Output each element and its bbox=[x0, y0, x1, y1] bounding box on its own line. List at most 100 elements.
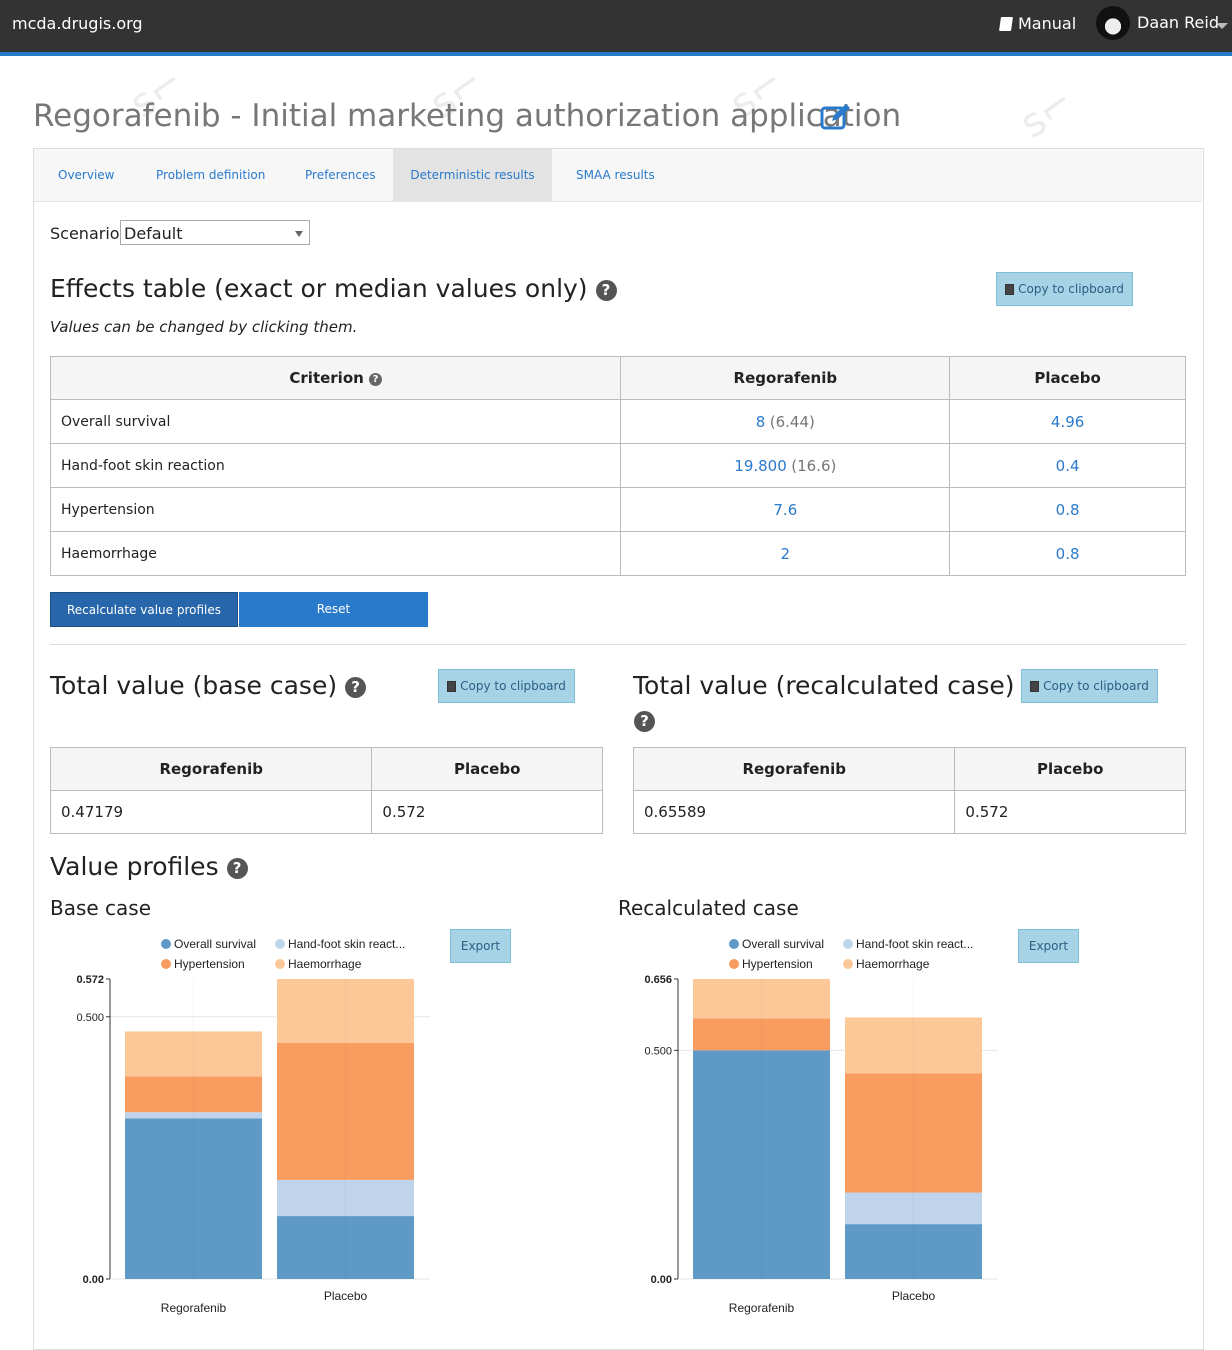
table-row: Haemorrhage 2 0.8 bbox=[49, 531, 1186, 576]
manual-label: Manual bbox=[1018, 14, 1077, 33]
legend-label[interactable]: Haemorrhage bbox=[288, 957, 362, 971]
value-cell[interactable]: 0.8 bbox=[949, 487, 1186, 532]
export-base-button[interactable]: Export bbox=[450, 929, 511, 963]
export-recalc-button[interactable]: Export bbox=[1018, 929, 1079, 963]
legend-marker[interactable] bbox=[843, 959, 853, 969]
criterion-header: Criterion ? bbox=[49, 356, 622, 400]
total-value-cell: 0.572 bbox=[954, 790, 1186, 834]
legend-label[interactable]: Hand-foot skin react... bbox=[856, 937, 973, 951]
legend-marker[interactable] bbox=[161, 939, 171, 949]
divider bbox=[50, 644, 1186, 645]
copy-effects-button[interactable]: Copy to clipboard bbox=[996, 272, 1133, 306]
value-cell[interactable]: 4.96 bbox=[949, 399, 1186, 444]
editable-value[interactable]: 4.96 bbox=[1051, 413, 1084, 431]
total-base-heading: Total value (base case) ? bbox=[50, 671, 367, 700]
x-tick-label: Regorafenib bbox=[161, 1301, 227, 1315]
user-menu[interactable]: Daan Reid bbox=[1137, 13, 1219, 32]
clipboard-icon bbox=[1005, 284, 1015, 295]
value-cell[interactable]: 0.8 bbox=[949, 531, 1186, 576]
effects-table: Criterion ? Regorafenib Placebo Overall … bbox=[49, 356, 1186, 576]
chevron-down-icon bbox=[295, 231, 303, 237]
alternative-header: Regorafenib bbox=[632, 747, 956, 791]
recalc-case-title: Recalculated case bbox=[618, 896, 799, 920]
manual-link[interactable]: Manual bbox=[999, 14, 1077, 33]
value-cell[interactable]: 2 bbox=[620, 531, 951, 576]
help-icon[interactable]: ? bbox=[345, 677, 367, 698]
legend-marker[interactable] bbox=[729, 939, 739, 949]
alternative-header: Placebo bbox=[954, 747, 1186, 791]
tab-deterministic-results[interactable]: Deterministic results bbox=[393, 149, 552, 201]
total-value-cell: 0.572 bbox=[371, 790, 603, 834]
y-tick-label: 0.500 bbox=[76, 1012, 104, 1024]
legend-marker[interactable] bbox=[729, 959, 739, 969]
help-icon[interactable]: ? bbox=[226, 858, 248, 879]
editable-value[interactable]: 0.8 bbox=[1056, 501, 1080, 519]
brand-link[interactable]: mcda.drugis.org bbox=[12, 14, 143, 33]
value-cell[interactable]: 0.4 bbox=[949, 443, 1186, 488]
effects-note: Values can be changed by clicking them. bbox=[50, 318, 358, 336]
scenario-value: Default bbox=[124, 224, 183, 243]
tab-smaa-results[interactable]: SMAA results bbox=[552, 149, 679, 201]
editable-value[interactable]: 7.6 bbox=[773, 501, 797, 519]
base-case-chart: Overall survival Hand-foot skin react... H… bbox=[76, 937, 430, 1315]
copy-label: Copy to clipboard bbox=[460, 679, 566, 693]
y-tick-label: 0.572 bbox=[76, 974, 104, 986]
original-value: (6.44) bbox=[769, 412, 815, 431]
help-icon[interactable]: ? bbox=[595, 280, 617, 301]
value-cell[interactable]: 19.800 (16.6) bbox=[620, 443, 951, 488]
copy-total-base-button[interactable]: Copy to clipboard bbox=[438, 669, 575, 703]
total-base-heading-text: Total value (base case) bbox=[50, 671, 338, 700]
effects-heading-text: Effects table (exact or median values on… bbox=[50, 274, 588, 303]
table-row: Hypertension 7.6 0.8 bbox=[49, 487, 1186, 532]
tab-preferences[interactable]: Preferences bbox=[281, 149, 400, 201]
x-tick-label: Regorafenib bbox=[729, 1301, 795, 1315]
y-tick-label: 0.656 bbox=[644, 974, 672, 986]
tab-overview[interactable]: Overview bbox=[34, 149, 139, 201]
criterion-header-label: Criterion bbox=[289, 369, 364, 387]
editable-value[interactable]: 0.4 bbox=[1056, 457, 1080, 475]
avatar[interactable] bbox=[1096, 6, 1130, 40]
chevron-down-icon[interactable] bbox=[1216, 23, 1228, 29]
legend-label[interactable]: Hypertension bbox=[742, 957, 813, 971]
editable-value[interactable]: 0.8 bbox=[1056, 545, 1080, 563]
criterion-cell: Hand-foot skin reaction bbox=[49, 443, 622, 488]
help-icon[interactable]: ? bbox=[634, 711, 655, 732]
copy-total-recalc-button[interactable]: Copy to clipboard bbox=[1021, 669, 1158, 703]
tab-problem-definition[interactable]: Problem definition bbox=[132, 149, 289, 201]
value-cell[interactable]: 7.6 bbox=[620, 487, 951, 532]
total-recalc-heading: Total value (recalculated case) bbox=[633, 671, 1015, 700]
y-tick-label: 0.00 bbox=[83, 1274, 104, 1286]
legend-label[interactable]: Haemorrhage bbox=[856, 957, 930, 971]
recalculate-button[interactable]: Recalculate value profiles bbox=[50, 592, 238, 627]
legend-marker[interactable] bbox=[843, 939, 853, 949]
table-row: 0.65589 0.572 bbox=[632, 790, 1186, 834]
clipboard-icon bbox=[447, 681, 457, 692]
legend-label[interactable]: Hypertension bbox=[174, 957, 245, 971]
copy-label: Copy to clipboard bbox=[1043, 679, 1149, 693]
alternative-header: Regorafenib bbox=[49, 747, 373, 791]
criterion-cell: Hypertension bbox=[49, 487, 622, 532]
value-cell[interactable]: 8 (6.44) bbox=[620, 399, 951, 444]
effects-table-heading: Effects table (exact or median values on… bbox=[50, 274, 617, 303]
alternative-header: Placebo bbox=[949, 356, 1186, 400]
editable-value[interactable]: 2 bbox=[781, 545, 791, 563]
editable-value[interactable]: 8 bbox=[756, 413, 766, 431]
y-tick-label: 0.00 bbox=[651, 1274, 672, 1286]
legend-marker[interactable] bbox=[275, 939, 285, 949]
total-value-cell: 0.47179 bbox=[49, 790, 373, 834]
legend-label[interactable]: Overall survival bbox=[742, 937, 824, 951]
scenario-select[interactable]: Default bbox=[120, 220, 310, 245]
legend-marker[interactable] bbox=[275, 959, 285, 969]
legend-marker[interactable] bbox=[161, 959, 171, 969]
legend-label[interactable]: Overall survival bbox=[174, 937, 256, 951]
total-recalc-table: Regorafenib Placebo 0.65589 0.572 bbox=[632, 747, 1186, 834]
edit-icon[interactable] bbox=[820, 103, 852, 131]
copy-label: Copy to clipboard bbox=[1018, 282, 1124, 296]
total-value-cell: 0.65589 bbox=[632, 790, 956, 834]
editable-value[interactable]: 19.800 bbox=[734, 457, 787, 475]
watermark: s⌐ bbox=[1011, 78, 1083, 148]
help-icon[interactable]: ? bbox=[369, 373, 383, 386]
legend-label[interactable]: Hand-foot skin react... bbox=[288, 937, 405, 951]
clipboard-icon bbox=[1030, 681, 1040, 692]
reset-button[interactable]: Reset bbox=[239, 592, 428, 627]
